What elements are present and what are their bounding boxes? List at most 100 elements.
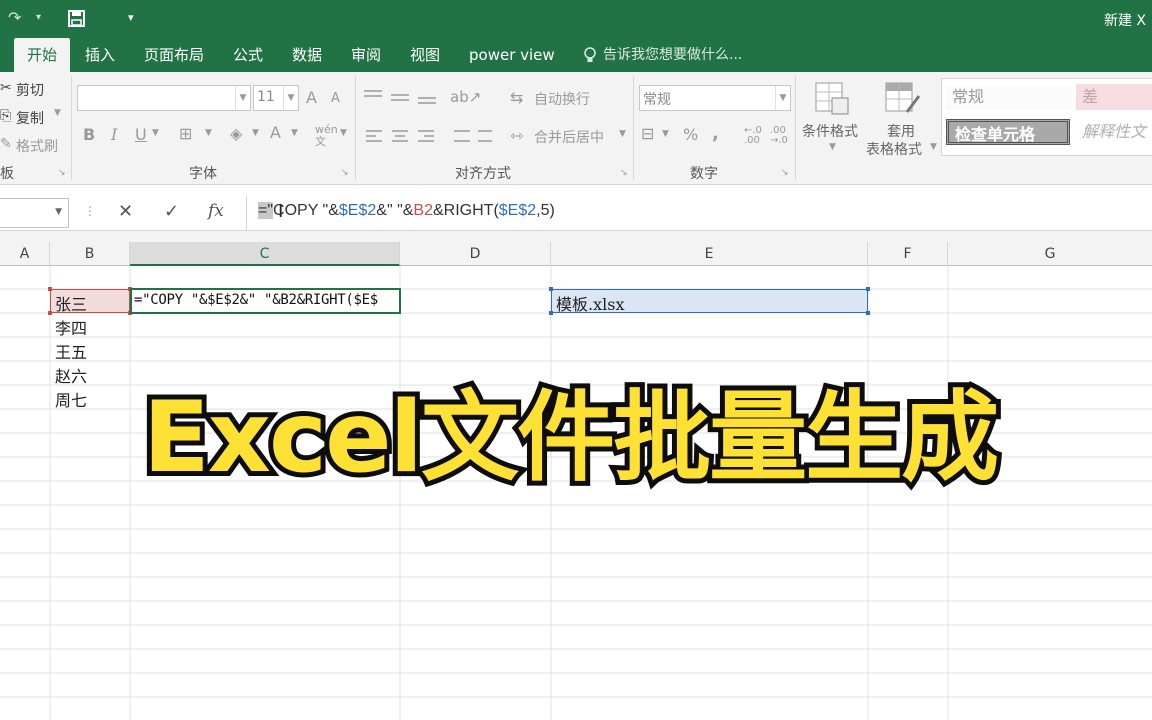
tab-view[interactable]: 视图 — [410, 38, 440, 72]
merge-center-button[interactable]: 合并后居中 — [534, 127, 604, 147]
phonetic-dropdown-icon[interactable]: ▼ — [340, 128, 347, 138]
copy-icon[interactable]: ⎘ — [0, 108, 11, 124]
number-format-dropdown-icon[interactable]: ▼ — [775, 86, 790, 110]
wrap-text-button[interactable]: 自动换行 — [534, 89, 590, 109]
cut-button[interactable]: 剪切 — [16, 80, 44, 100]
merge-center-icon[interactable]: ⇿ — [510, 126, 523, 145]
style-normal[interactable]: 常规 — [946, 84, 1072, 110]
reference-handle[interactable] — [549, 311, 553, 315]
reference-handle[interactable] — [866, 287, 870, 291]
font-size-dropdown-icon[interactable]: ▼ — [283, 86, 298, 110]
increase-decimal-icon[interactable]: ←.0.00 — [744, 126, 762, 146]
italic-button[interactable]: I — [111, 125, 117, 144]
cancel-button[interactable]: ✕ — [118, 201, 133, 222]
style-explanatory[interactable]: 解释性文 — [1076, 119, 1152, 145]
column-header-e[interactable]: E — [551, 242, 868, 266]
reference-handle[interactable] — [866, 311, 870, 315]
cell-b4[interactable]: 王五 — [55, 339, 87, 363]
format-painter-icon[interactable]: ✎ — [0, 136, 12, 152]
cell-b2[interactable]: 张三 — [55, 291, 87, 315]
save-icon[interactable] — [68, 10, 85, 27]
fill-color-icon[interactable]: ◈ — [230, 124, 242, 143]
wrap-text-icon[interactable]: ⇆ — [510, 88, 523, 107]
lightbulb-icon — [584, 47, 596, 62]
formula-input[interactable]: ="COPY "&$E$2&" "&B2&RIGHT($E$2,5) — [258, 202, 555, 220]
font-name-dropdown-icon[interactable]: ▼ — [235, 86, 250, 110]
cell-e2[interactable]: 模板.xlsx — [556, 291, 624, 315]
fill-color-dropdown-icon[interactable]: ▼ — [252, 128, 259, 138]
conditional-format-dropdown-icon[interactable]: ▼ — [829, 142, 836, 152]
reference-handle[interactable] — [48, 311, 52, 315]
tab-data[interactable]: 数据 — [292, 38, 322, 72]
font-size-box[interactable]: 11 ▼ — [253, 85, 299, 111]
cell-c2-active[interactable]: ="COPY "&$E$2&" "&B2&RIGHT($E$ — [130, 288, 401, 314]
alignment-launcher-icon[interactable]: ↘ — [620, 168, 628, 178]
tab-insert[interactable]: 插入 — [85, 38, 115, 72]
format-painter-button[interactable]: 格式刷 — [16, 136, 58, 156]
insert-function-button[interactable]: fx — [208, 201, 224, 221]
number-launcher-icon[interactable]: ↘ — [781, 168, 789, 178]
cell-b5[interactable]: 赵六 — [55, 363, 87, 387]
clipboard-launcher-icon[interactable]: ↘ — [58, 168, 66, 178]
borders-icon[interactable]: ⊞ — [179, 124, 192, 143]
tab-page-layout[interactable]: 页面布局 — [144, 38, 204, 72]
underline-button[interactable]: U — [135, 125, 147, 144]
cell-b6[interactable]: 周七 — [55, 387, 87, 411]
font-launcher-icon[interactable]: ↘ — [341, 168, 349, 178]
reference-handle[interactable] — [549, 287, 553, 291]
format-as-table-dropdown-icon[interactable]: ▼ — [930, 142, 937, 152]
column-header-f[interactable]: F — [868, 242, 948, 266]
tab-home[interactable]: 开始 — [14, 38, 70, 72]
enter-button[interactable]: ✓ — [164, 201, 179, 222]
redo-icon[interactable]: ↷ — [8, 8, 21, 27]
tell-me-search[interactable]: 告诉我您想要做什么... — [603, 38, 742, 72]
shrink-font-button[interactable]: A — [331, 91, 340, 106]
column-header-b[interactable]: B — [50, 242, 130, 266]
horizontal-align-icons[interactable] — [364, 128, 494, 146]
merge-dropdown-icon[interactable]: ▼ — [619, 129, 626, 139]
formula-ref-part: B2 — [413, 202, 433, 219]
column-header-d[interactable]: D — [400, 242, 551, 266]
alignment-group-label: 对齐方式 — [455, 166, 511, 182]
conditional-format-button[interactable]: 条件格式 — [802, 121, 858, 141]
number-format-box[interactable]: 常规 ▼ — [639, 85, 791, 111]
column-header-g[interactable]: G — [948, 242, 1152, 266]
name-box[interactable]: ▼ — [0, 198, 69, 228]
tab-power-view[interactable]: power view — [469, 38, 555, 72]
tab-review[interactable]: 审阅 — [351, 38, 381, 72]
column-header-a[interactable]: A — [0, 242, 50, 266]
vertical-align-icons[interactable] — [362, 88, 442, 106]
cell-b3[interactable]: 李四 — [55, 315, 87, 339]
document-title: 新建 X — [1103, 13, 1146, 29]
style-bad[interactable]: 差 — [1076, 84, 1152, 110]
conditional-format-icon — [815, 82, 849, 115]
copy-button[interactable]: 复制 — [16, 108, 44, 128]
percent-button[interactable]: % — [683, 125, 698, 144]
copy-dropdown-icon[interactable]: ▼ — [54, 108, 61, 118]
comma-button[interactable]: , — [712, 123, 719, 144]
formula-bar: ▼ ⋮ ✕ ✓ fx ="COPY "&$E$2&" "&B2&RIGHT($E… — [0, 196, 1152, 230]
format-as-table-label-1[interactable]: 套用 — [887, 121, 915, 141]
format-as-table-label-2[interactable]: 表格格式 — [866, 139, 922, 159]
font-name-box[interactable]: ▼ — [77, 85, 251, 111]
phonetic-button[interactable]: wén文 — [315, 124, 338, 148]
divider — [355, 76, 356, 180]
cut-icon[interactable]: ✂ — [0, 80, 12, 96]
reference-handle[interactable] — [48, 287, 52, 291]
style-check-cell[interactable]: 检查单元格 — [946, 119, 1070, 145]
accounting-dropdown-icon[interactable]: ▼ — [662, 129, 669, 139]
underline-dropdown-icon[interactable]: ▼ — [152, 128, 159, 138]
font-color-button[interactable]: A — [270, 123, 281, 142]
grow-font-button[interactable]: A — [306, 88, 317, 107]
decrease-decimal-icon[interactable]: .00 →.0 — [770, 126, 788, 146]
orientation-icon[interactable]: ab↗ — [450, 88, 481, 106]
redo-dropdown-icon[interactable]: ▾ — [36, 12, 41, 23]
column-header-c[interactable]: C — [130, 242, 400, 266]
customize-toolbar-icon[interactable]: ▾ — [128, 11, 134, 24]
borders-dropdown-icon[interactable]: ▼ — [205, 128, 212, 138]
accounting-format-icon[interactable]: ⊟ — [641, 124, 654, 143]
bold-button[interactable]: B — [83, 125, 95, 144]
tab-formulas[interactable]: 公式 — [233, 38, 263, 72]
name-box-dropdown-icon[interactable]: ▼ — [55, 207, 62, 217]
font-color-dropdown-icon[interactable]: ▼ — [291, 128, 298, 138]
